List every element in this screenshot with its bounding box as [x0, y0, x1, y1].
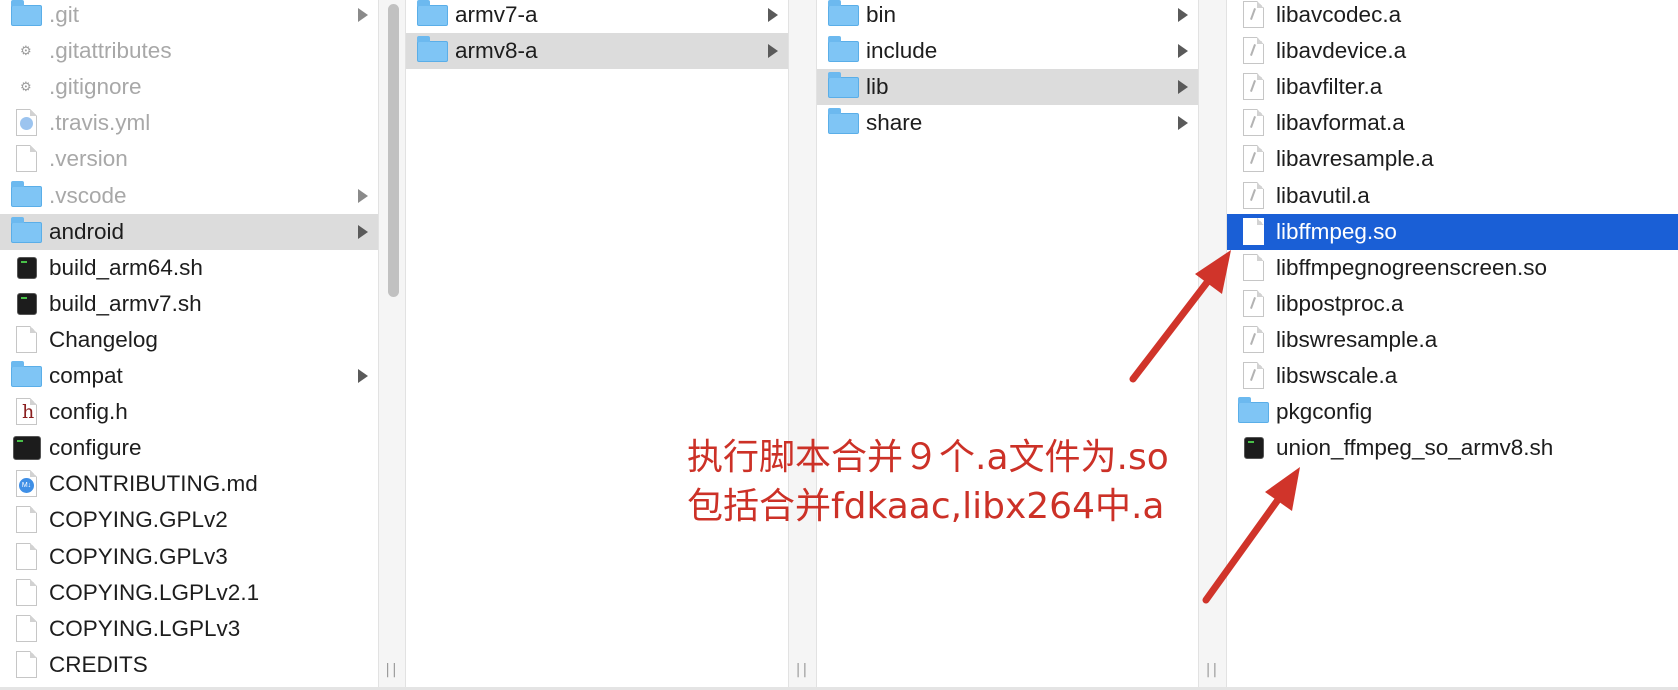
annotation-line-2: 包括合并fdkaac,libx264中.a — [687, 486, 1165, 527]
annotation-line-1: 执行脚本合并９个.a文件为.so — [687, 437, 1169, 478]
annotation-text: 执行脚本合并９个.a文件为.so 包括合并fdkaac,libx264中.a — [687, 433, 1169, 531]
annotation-arrow-to-libffmpeg — [1129, 250, 1231, 383]
annotation-arrow-to-union-script — [1202, 467, 1300, 604]
annotation-arrows — [1129, 250, 1300, 604]
